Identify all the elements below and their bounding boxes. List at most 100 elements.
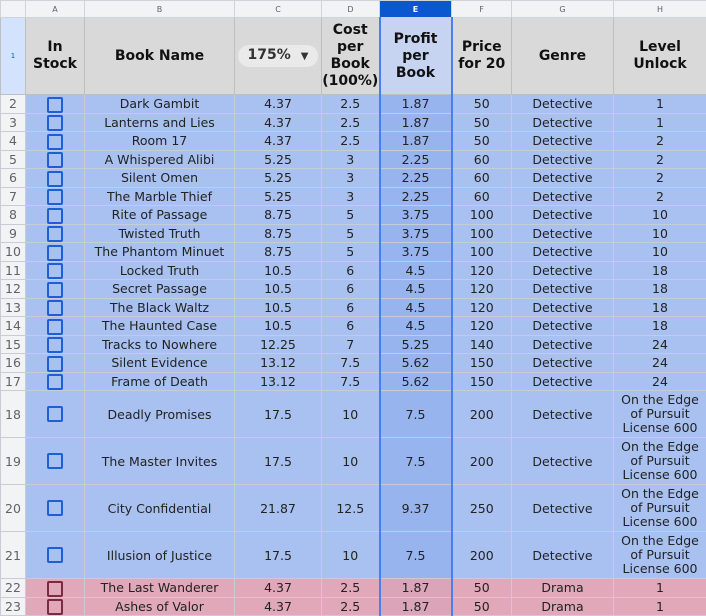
checkbox-icon[interactable] bbox=[47, 453, 63, 469]
level-unlock-cell[interactable]: On the Edge of Pursuit License 600 bbox=[614, 391, 706, 438]
row-header[interactable]: 22 bbox=[1, 579, 26, 598]
book-name-cell[interactable]: The Master Invites bbox=[85, 438, 235, 485]
price-175-cell[interactable]: 13.12 bbox=[235, 372, 322, 391]
price-for-20-cell[interactable]: 150 bbox=[452, 354, 512, 373]
cost-per-book-cell[interactable]: 7.5 bbox=[322, 372, 380, 391]
genre-cell[interactable]: Detective bbox=[512, 243, 614, 262]
price-for-20-cell[interactable]: 250 bbox=[452, 485, 512, 532]
row-header[interactable]: 17 bbox=[1, 372, 26, 391]
price-175-cell[interactable]: 17.5 bbox=[235, 391, 322, 438]
level-unlock-cell[interactable]: 18 bbox=[614, 280, 706, 299]
price-175-cell[interactable]: 10.5 bbox=[235, 317, 322, 336]
profit-per-book-cell[interactable]: 4.5 bbox=[380, 298, 452, 317]
cost-per-book-cell[interactable]: 5 bbox=[322, 206, 380, 225]
profit-per-book-cell[interactable]: 2.25 bbox=[380, 187, 452, 206]
header-price-for-20[interactable]: Price for 20 bbox=[452, 18, 512, 95]
profit-per-book-cell[interactable]: 4.5 bbox=[380, 261, 452, 280]
row-header[interactable]: 18 bbox=[1, 391, 26, 438]
book-name-cell[interactable]: Tracks to Nowhere bbox=[85, 335, 235, 354]
in-stock-cell[interactable] bbox=[26, 280, 85, 299]
column-header-f[interactable]: F bbox=[452, 1, 512, 18]
in-stock-cell[interactable] bbox=[26, 169, 85, 188]
price-for-20-cell[interactable]: 50 bbox=[452, 579, 512, 598]
row-header[interactable]: 14 bbox=[1, 317, 26, 336]
price-175-cell[interactable]: 21.87 bbox=[235, 485, 322, 532]
genre-cell[interactable]: Drama bbox=[512, 579, 614, 598]
checkbox-icon[interactable] bbox=[47, 115, 63, 131]
price-for-20-cell[interactable]: 50 bbox=[452, 132, 512, 151]
column-header-c[interactable]: C bbox=[235, 1, 322, 18]
genre-cell[interactable]: Detective bbox=[512, 132, 614, 151]
select-all-corner[interactable] bbox=[1, 1, 26, 18]
row-header[interactable]: 5 bbox=[1, 150, 26, 169]
row-header[interactable]: 3 bbox=[1, 113, 26, 132]
price-175-cell[interactable]: 10.5 bbox=[235, 298, 322, 317]
profit-per-book-cell[interactable]: 4.5 bbox=[380, 317, 452, 336]
profit-per-book-cell[interactable]: 1.87 bbox=[380, 95, 452, 114]
level-unlock-cell[interactable]: 2 bbox=[614, 169, 706, 188]
in-stock-cell[interactable] bbox=[26, 391, 85, 438]
in-stock-cell[interactable] bbox=[26, 298, 85, 317]
price-for-20-cell[interactable]: 60 bbox=[452, 169, 512, 188]
level-unlock-cell[interactable]: 24 bbox=[614, 354, 706, 373]
in-stock-cell[interactable] bbox=[26, 224, 85, 243]
level-unlock-cell[interactable]: 1 bbox=[614, 579, 706, 598]
genre-cell[interactable]: Detective bbox=[512, 391, 614, 438]
percent-dropdown[interactable]: 175%▼ bbox=[238, 45, 319, 67]
genre-cell[interactable]: Detective bbox=[512, 224, 614, 243]
price-for-20-cell[interactable]: 200 bbox=[452, 438, 512, 485]
checkbox-icon[interactable] bbox=[47, 300, 63, 316]
cost-per-book-cell[interactable]: 7 bbox=[322, 335, 380, 354]
cost-per-book-cell[interactable]: 2.5 bbox=[322, 113, 380, 132]
in-stock-cell[interactable] bbox=[26, 335, 85, 354]
in-stock-cell[interactable] bbox=[26, 372, 85, 391]
genre-cell[interactable]: Detective bbox=[512, 261, 614, 280]
book-name-cell[interactable]: Secret Passage bbox=[85, 280, 235, 299]
price-for-20-cell[interactable]: 50 bbox=[452, 597, 512, 616]
column-header-b[interactable]: B bbox=[85, 1, 235, 18]
cost-per-book-cell[interactable]: 6 bbox=[322, 317, 380, 336]
row-header[interactable]: 6 bbox=[1, 169, 26, 188]
cost-per-book-cell[interactable]: 12.5 bbox=[322, 485, 380, 532]
cost-per-book-cell[interactable]: 6 bbox=[322, 280, 380, 299]
header-profit-per-book[interactable]: Profit per Book bbox=[380, 18, 452, 95]
price-for-20-cell[interactable]: 120 bbox=[452, 298, 512, 317]
book-name-cell[interactable]: Room 17 bbox=[85, 132, 235, 151]
row-header[interactable]: 19 bbox=[1, 438, 26, 485]
book-name-cell[interactable]: The Marble Thief bbox=[85, 187, 235, 206]
level-unlock-cell[interactable]: 10 bbox=[614, 224, 706, 243]
price-175-cell[interactable]: 4.37 bbox=[235, 95, 322, 114]
checkbox-icon[interactable] bbox=[47, 319, 63, 335]
profit-per-book-cell[interactable]: 7.5 bbox=[380, 438, 452, 485]
book-name-cell[interactable]: Silent Evidence bbox=[85, 354, 235, 373]
profit-per-book-cell[interactable]: 3.75 bbox=[380, 224, 452, 243]
row-header[interactable]: 12 bbox=[1, 280, 26, 299]
level-unlock-cell[interactable]: On the Edge of Pursuit License 600 bbox=[614, 532, 706, 579]
cost-per-book-cell[interactable]: 7.5 bbox=[322, 354, 380, 373]
level-unlock-cell[interactable]: 1 bbox=[614, 113, 706, 132]
genre-cell[interactable]: Detective bbox=[512, 280, 614, 299]
price-for-20-cell[interactable]: 120 bbox=[452, 317, 512, 336]
profit-per-book-cell[interactable]: 2.25 bbox=[380, 150, 452, 169]
row-header[interactable]: 9 bbox=[1, 224, 26, 243]
checkbox-icon[interactable] bbox=[47, 374, 63, 390]
genre-cell[interactable]: Detective bbox=[512, 532, 614, 579]
checkbox-icon[interactable] bbox=[47, 97, 63, 113]
price-175-cell[interactable]: 8.75 bbox=[235, 224, 322, 243]
row-header[interactable]: 15 bbox=[1, 335, 26, 354]
cost-per-book-cell[interactable]: 10 bbox=[322, 438, 380, 485]
cost-per-book-cell[interactable]: 5 bbox=[322, 243, 380, 262]
price-175-cell[interactable]: 4.37 bbox=[235, 597, 322, 616]
genre-cell[interactable]: Detective bbox=[512, 354, 614, 373]
book-name-cell[interactable]: The Black Waltz bbox=[85, 298, 235, 317]
book-name-cell[interactable]: Ashes of Valor bbox=[85, 597, 235, 616]
column-header-g[interactable]: G bbox=[512, 1, 614, 18]
genre-cell[interactable]: Detective bbox=[512, 187, 614, 206]
checkbox-icon[interactable] bbox=[47, 245, 63, 261]
price-175-cell[interactable]: 10.5 bbox=[235, 261, 322, 280]
checkbox-icon[interactable] bbox=[47, 171, 63, 187]
in-stock-cell[interactable] bbox=[26, 597, 85, 616]
in-stock-cell[interactable] bbox=[26, 150, 85, 169]
profit-per-book-cell[interactable]: 5.62 bbox=[380, 372, 452, 391]
row-header[interactable]: 16 bbox=[1, 354, 26, 373]
